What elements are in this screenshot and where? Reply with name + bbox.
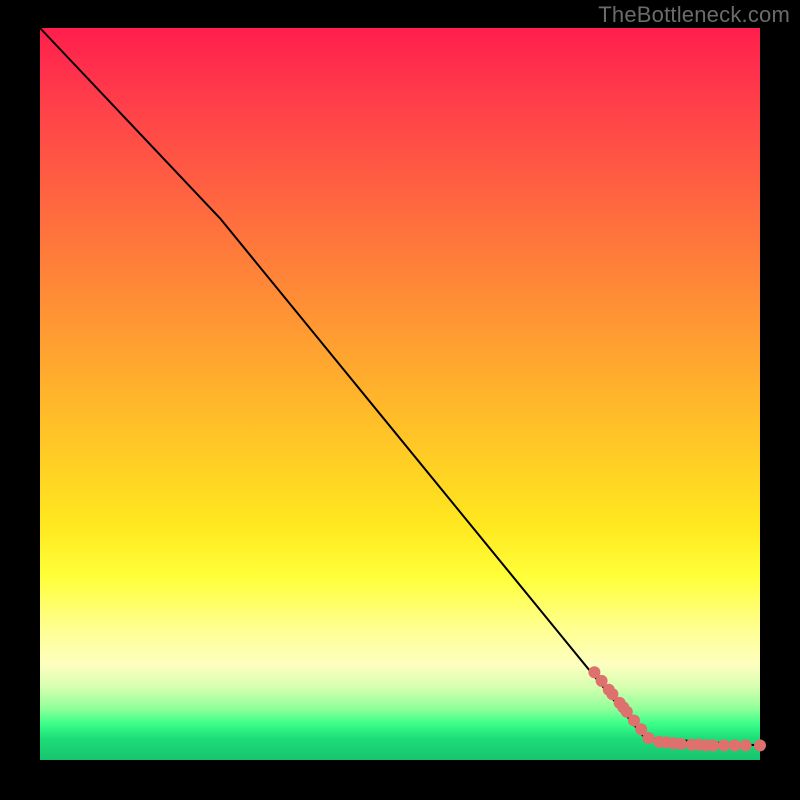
data-point (740, 739, 752, 751)
data-point (754, 739, 766, 751)
attribution-label: TheBottleneck.com (598, 2, 790, 28)
data-point (642, 732, 654, 744)
data-point (675, 738, 687, 750)
data-point (707, 739, 719, 751)
chart-svg (40, 28, 760, 760)
plot-area (40, 28, 760, 760)
chart-container: TheBottleneck.com (0, 0, 800, 800)
highlighted-points-group (588, 666, 766, 751)
data-point (729, 739, 741, 751)
data-point (718, 739, 730, 751)
bottleneck-curve (40, 28, 760, 745)
